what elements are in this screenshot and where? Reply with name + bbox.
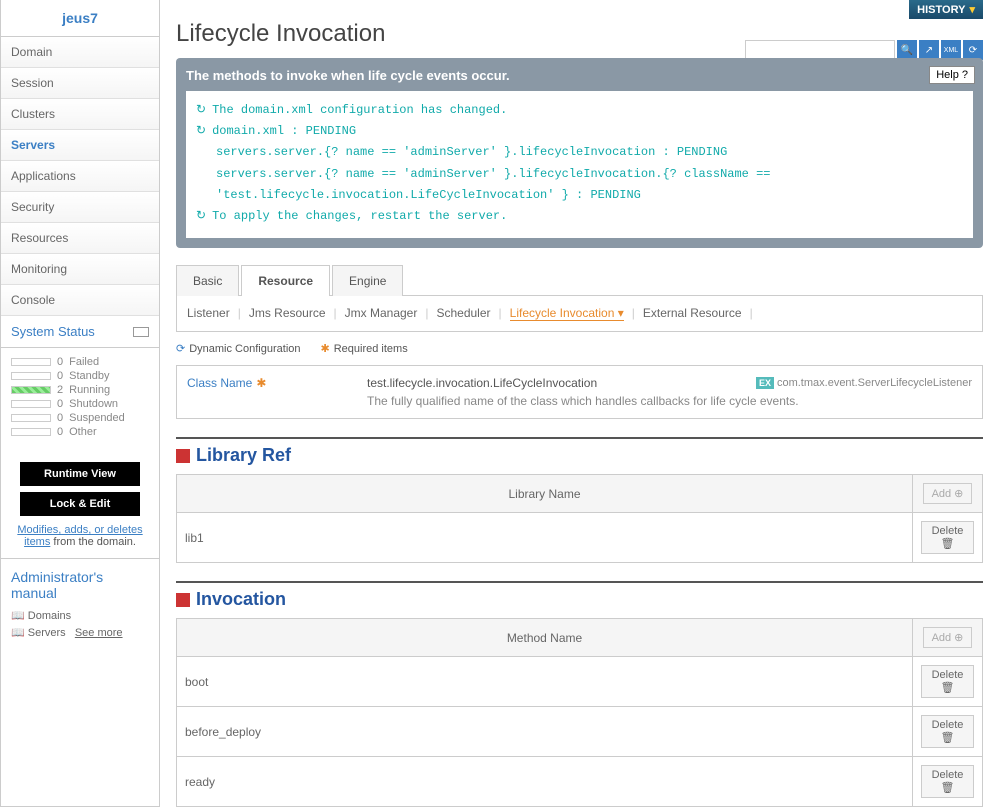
info-title: The methods to invoke when life cycle ev… xyxy=(186,68,973,83)
tab-basic[interactable]: Basic xyxy=(176,265,239,296)
subtab-external-resource[interactable]: External Resource xyxy=(643,306,742,321)
status-running: 2Running xyxy=(11,384,149,396)
subtab-jms-resource[interactable]: Jms Resource xyxy=(249,306,326,321)
row-value: boot xyxy=(177,657,913,707)
info-line: domain.xml : PENDING xyxy=(212,122,356,141)
status-suspended: 0Suspended xyxy=(11,412,149,424)
chevron-down-icon: ▾ xyxy=(969,3,975,16)
nav-monitoring[interactable]: Monitoring xyxy=(1,254,159,285)
info-line: The domain.xml configuration has changed… xyxy=(212,101,507,120)
legend-required: Required items xyxy=(334,343,408,355)
status-bar-icon xyxy=(11,428,51,436)
nav-servers[interactable]: Servers xyxy=(1,130,159,161)
legend-dynamic: Dynamic Configuration xyxy=(189,343,300,355)
help-button[interactable]: Help ? xyxy=(929,66,975,84)
section-marker-icon xyxy=(176,449,190,463)
see-more-link[interactable]: See more xyxy=(75,627,123,639)
manual-title: Administrator's manual xyxy=(11,569,149,601)
status-bar-icon xyxy=(11,372,51,380)
delete-button[interactable]: Delete 🗑 xyxy=(921,665,974,698)
section-marker-icon xyxy=(176,593,190,607)
brand-logo[interactable]: jeus7 xyxy=(1,0,159,37)
status-shutdown: 0Shutdown xyxy=(11,398,149,410)
method-name-header: Method Name xyxy=(177,619,913,657)
invocation-title: Invocation xyxy=(176,581,983,610)
edit-text: from the domain. xyxy=(50,536,136,548)
required-icon: ✱ xyxy=(321,342,330,355)
table-row[interactable]: readyDelete 🗑 xyxy=(177,757,983,807)
nav-session[interactable]: Session xyxy=(1,68,159,99)
subtab-jmx-manager[interactable]: Jmx Manager xyxy=(345,306,418,321)
class-name-example: EXcom.tmax.event.ServerLifecycleListener xyxy=(756,377,972,389)
class-name-label: Class Name✱ xyxy=(187,376,367,390)
tab-resource[interactable]: Resource xyxy=(241,265,330,296)
info-line: servers.server.{? name == 'adminServer' … xyxy=(216,143,727,162)
xml-icon[interactable]: XML xyxy=(941,40,961,60)
manual-servers[interactable]: 📖 Servers See more xyxy=(11,624,149,641)
nav-domain[interactable]: Domain xyxy=(1,37,159,68)
status-bar-icon xyxy=(11,358,51,366)
cycle-icon: ↻ xyxy=(196,122,206,141)
nav-applications[interactable]: Applications xyxy=(1,161,159,192)
add-library-button[interactable]: Add ⊕ xyxy=(923,483,973,504)
delete-button[interactable]: Delete 🗑 xyxy=(921,521,974,554)
row-value: ready xyxy=(177,757,913,807)
export-icon[interactable]: ↗ xyxy=(919,40,939,60)
class-name-desc: The fully qualified name of the class wh… xyxy=(367,394,972,408)
library-name-header: Library Name xyxy=(177,475,913,513)
table-row[interactable]: bootDelete 🗑 xyxy=(177,657,983,707)
monitor-icon xyxy=(133,327,149,337)
info-line: 'test.lifecycle.invocation.LifeCycleInvo… xyxy=(216,186,641,205)
status-bar-icon xyxy=(11,386,51,394)
system-status-header: System Status xyxy=(1,316,159,348)
subtab-listener[interactable]: Listener xyxy=(187,306,230,321)
ex-badge: EX xyxy=(756,377,774,389)
nav-console[interactable]: Console xyxy=(1,285,159,316)
cycle-icon: ↻ xyxy=(196,101,206,120)
table-row[interactable]: before_deployDelete 🗑 xyxy=(177,707,983,757)
lock-edit-button[interactable]: Lock & Edit xyxy=(20,492,140,516)
status-bar-icon xyxy=(11,400,51,408)
search-icon[interactable]: 🔍 xyxy=(897,40,917,60)
info-line: servers.server.{? name == 'adminServer' … xyxy=(216,165,771,184)
delete-button[interactable]: Delete 🗑 xyxy=(921,765,974,798)
subtab-lifecycle-invocation[interactable]: Lifecycle Invocation ▾ xyxy=(510,306,624,321)
add-invocation-button[interactable]: Add ⊕ xyxy=(923,627,973,648)
row-value: lib1 xyxy=(177,513,913,563)
info-line: To apply the changes, restart the server… xyxy=(212,207,507,226)
status-standby: 0Standby xyxy=(11,370,149,382)
cycle-icon: ↻ xyxy=(196,207,206,226)
subtab-scheduler[interactable]: Scheduler xyxy=(436,306,490,321)
status-bar-icon xyxy=(11,414,51,422)
required-star-icon: ✱ xyxy=(256,376,266,390)
delete-button[interactable]: Delete 🗑 xyxy=(921,715,974,748)
refresh-icon[interactable]: ⟳ xyxy=(963,40,983,60)
manual-domains[interactable]: 📖 Domains xyxy=(11,607,149,624)
row-value: before_deploy xyxy=(177,707,913,757)
library-ref-title: Library Ref xyxy=(176,437,983,466)
search-input[interactable] xyxy=(745,40,895,60)
runtime-view-button[interactable]: Runtime View xyxy=(20,462,140,486)
history-button[interactable]: HISTORY ▾ xyxy=(909,0,983,19)
status-other: 0Other xyxy=(11,426,149,438)
tab-engine[interactable]: Engine xyxy=(332,265,403,296)
table-row[interactable]: lib1Delete 🗑 xyxy=(177,513,983,563)
nav-clusters[interactable]: Clusters xyxy=(1,99,159,130)
nav-security[interactable]: Security xyxy=(1,192,159,223)
status-failed: 0Failed xyxy=(11,356,149,368)
class-name-value: test.lifecycle.invocation.LifeCycleInvoc… xyxy=(367,376,597,390)
dynamic-icon: ⟳ xyxy=(176,342,185,355)
nav-resources[interactable]: Resources xyxy=(1,223,159,254)
